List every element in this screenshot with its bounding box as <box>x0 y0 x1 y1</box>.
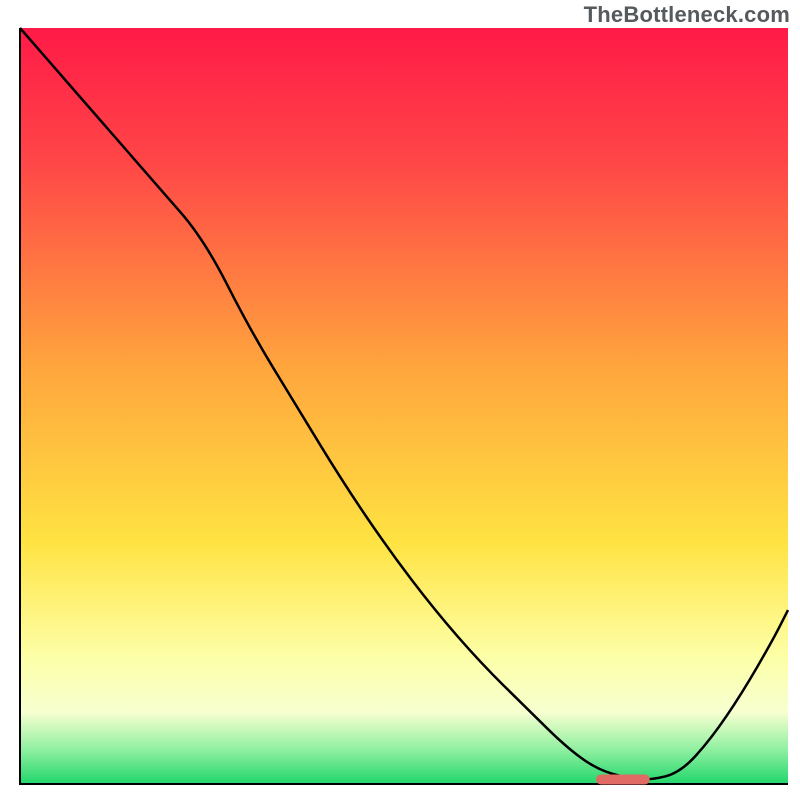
bottleneck-chart <box>0 0 800 800</box>
optimal-marker <box>596 774 650 784</box>
chart-stage: TheBottleneck.com <box>0 0 800 800</box>
plot-background <box>20 28 788 784</box>
watermark-text: TheBottleneck.com <box>584 2 790 28</box>
